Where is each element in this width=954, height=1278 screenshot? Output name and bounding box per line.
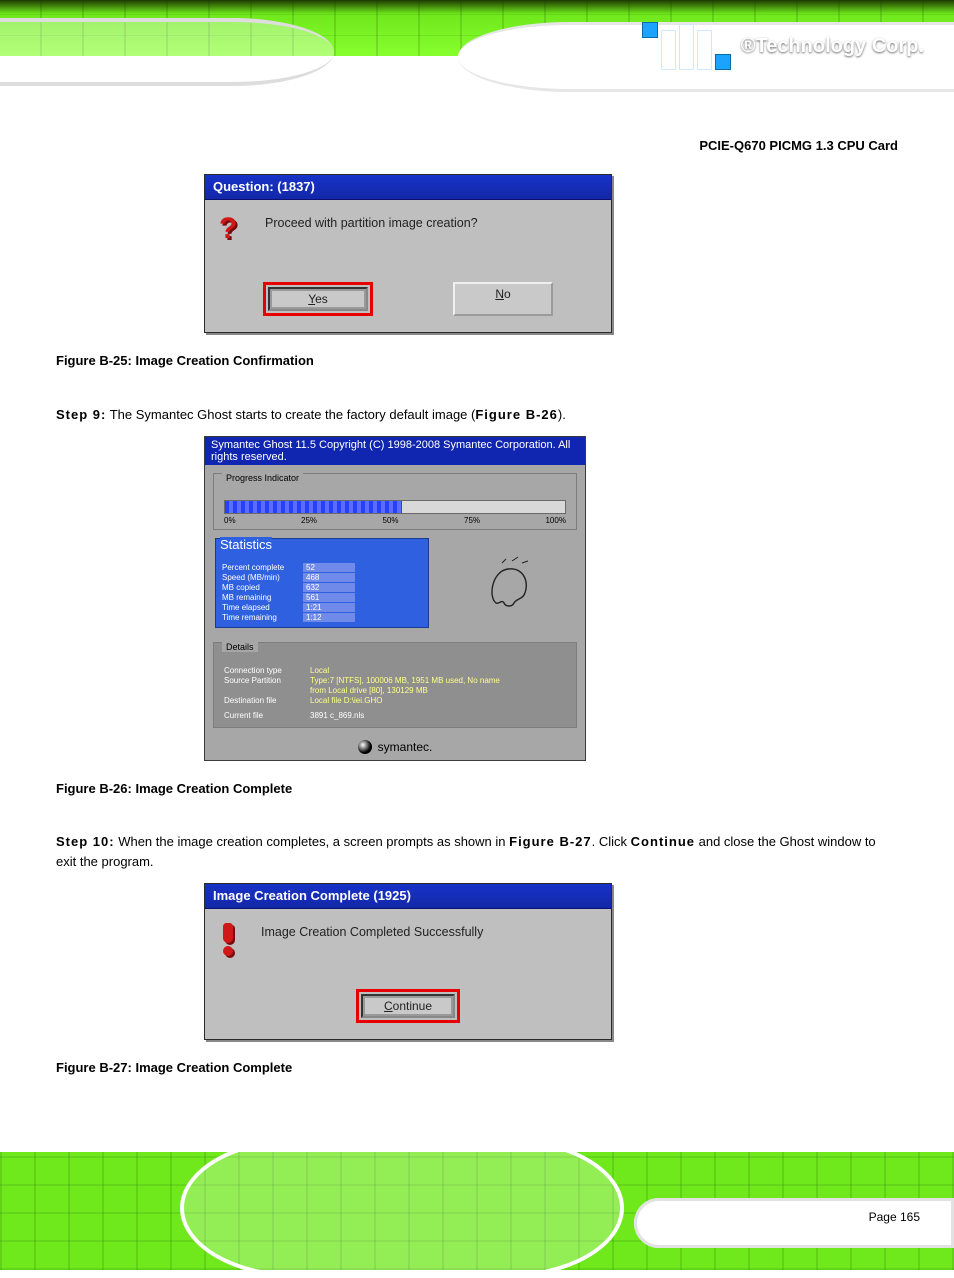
figure-b25: Question: (1837) ? Proceed with partitio… bbox=[204, 174, 612, 333]
stats-row: Statistics Percent complete52 Speed (MB/… bbox=[205, 538, 585, 635]
top-banner: ®Technology Corp. bbox=[0, 0, 954, 112]
progress-fill bbox=[225, 501, 402, 513]
step-10: Step 10: When the image creation complet… bbox=[56, 832, 898, 871]
progress-ticks: 0% 25% 50% 75% 100% bbox=[224, 516, 566, 525]
question-dialog-title: Question: (1837) bbox=[205, 175, 611, 200]
ghost-icon bbox=[441, 538, 575, 629]
continue-button[interactable]: Continue bbox=[361, 994, 455, 1018]
symantec-label: symantec. bbox=[378, 740, 433, 754]
page-body: PCIE-Q670 PICMG 1.3 CPU Card Question: (… bbox=[0, 112, 954, 1122]
question-message: Proceed with partition image creation? bbox=[265, 214, 478, 230]
complete-dialog: Image Creation Complete (1925) Image Cre… bbox=[204, 883, 612, 1040]
figure-b26-caption: Figure B-26: Image Creation Complete bbox=[56, 779, 898, 799]
complete-message: Image Creation Completed Successfully bbox=[261, 923, 483, 939]
progress-label: Progress Indicator bbox=[222, 473, 303, 483]
swoosh-left bbox=[0, 18, 334, 86]
step-10-label: Step 10: bbox=[56, 834, 115, 849]
ghost-window: Symantec Ghost 11.5 Copyright (C) 1998-2… bbox=[204, 436, 586, 761]
no-button[interactable]: No bbox=[453, 282, 553, 316]
details-panel: Details Connection typeLocal Source Part… bbox=[213, 642, 577, 728]
brand-text: ®Technology Corp. bbox=[741, 35, 924, 58]
continue-highlight-box: Continue bbox=[356, 989, 460, 1023]
figure-b26: Symantec Ghost 11.5 Copyright (C) 1998-2… bbox=[204, 436, 584, 761]
step-9-label: Step 9: bbox=[56, 407, 106, 422]
figure-b27: Image Creation Complete (1925) Image Cre… bbox=[204, 883, 612, 1040]
page-number: Page 165 bbox=[869, 1210, 920, 1224]
question-dialog: Question: (1837) ? Proceed with partitio… bbox=[204, 174, 612, 333]
figure-b25-caption: Figure B-25: Image Creation Confirmation bbox=[56, 351, 898, 371]
statistics-panel: Statistics Percent complete52 Speed (MB/… bbox=[215, 538, 429, 629]
swoosh-bottom bbox=[180, 1138, 624, 1278]
step-9: Step 9: The Symantec Ghost starts to cre… bbox=[56, 405, 898, 425]
progress-bar bbox=[224, 500, 566, 514]
yes-button[interactable]: Yes bbox=[268, 287, 368, 311]
question-icon: ? bbox=[219, 214, 247, 248]
bottom-banner: Page 165 bbox=[0, 1152, 954, 1270]
symantec-brand: symantec. bbox=[205, 736, 585, 760]
doc-title: PCIE-Q670 PICMG 1.3 CPU Card bbox=[699, 136, 898, 156]
exclamation-icon bbox=[219, 923, 243, 955]
ghost-titlebar: Symantec Ghost 11.5 Copyright (C) 1998-2… bbox=[205, 437, 585, 465]
complete-dialog-title: Image Creation Complete (1925) bbox=[205, 884, 611, 909]
iei-logo-icon bbox=[642, 22, 731, 70]
progress-panel: Progress Indicator 0% 25% 50% 75% 100% bbox=[213, 473, 577, 530]
brand-block: ®Technology Corp. bbox=[642, 22, 924, 70]
figure-b27-caption: Figure B-27: Image Creation Complete bbox=[56, 1058, 898, 1078]
symantec-icon bbox=[358, 740, 372, 754]
doc-title-right: PCIE-Q670 PICMG 1.3 CPU Card bbox=[56, 136, 898, 150]
yes-highlight-box: Yes bbox=[263, 282, 373, 316]
